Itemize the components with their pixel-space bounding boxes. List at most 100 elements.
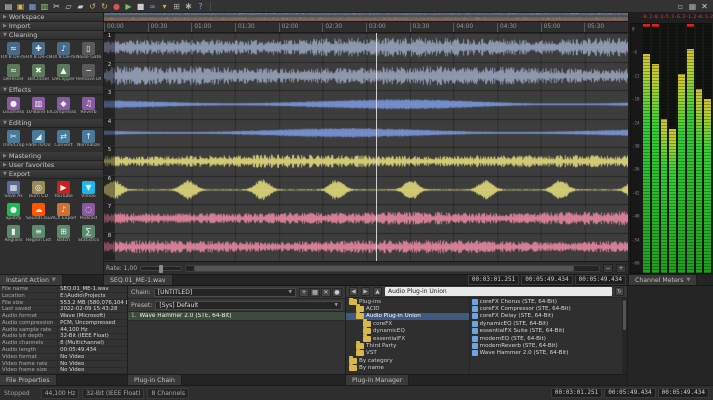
- manager-scrollbar-thumb[interactable]: [623, 300, 626, 330]
- paste-icon[interactable]: ▰: [75, 1, 86, 12]
- level-meter-ch6[interactable]: [687, 24, 694, 273]
- snap-icon[interactable]: ⊞: [171, 1, 182, 12]
- sidebar-item-statistics[interactable]: ∑Statistics: [76, 224, 101, 246]
- section-header-import[interactable]: ▶Import: [0, 22, 103, 31]
- manager-path-input[interactable]: Audio Plug-in Union: [385, 287, 612, 296]
- tab-file-properties[interactable]: File Properties: [0, 375, 57, 385]
- marker-icon[interactable]: ▾: [159, 1, 170, 12]
- play-icon[interactable]: ▶: [123, 1, 134, 12]
- waveform-canvas[interactable]: [104, 33, 628, 261]
- plugin-list-item[interactable]: coreFX Delay (STE, 64-Bit): [470, 313, 627, 320]
- zoom-out-button[interactable]: −: [603, 264, 613, 273]
- section-header-editing[interactable]: ▼Editing: [0, 119, 103, 128]
- sidebar-item-10-band-eq[interactable]: ▥10-Band EQ: [26, 96, 51, 118]
- dock-layout-icon[interactable]: ▫: [675, 1, 686, 12]
- level-meter-ch7[interactable]: [696, 24, 703, 273]
- new-file-icon[interactable]: ▤: [3, 1, 14, 12]
- sidebar-item-reverb[interactable]: ♫Reverb: [76, 96, 101, 118]
- tree-item-by-category[interactable]: By category: [346, 357, 469, 364]
- open-file-icon[interactable]: ▣: [15, 1, 26, 12]
- manager-vertical-scrollbar[interactable]: [622, 298, 627, 374]
- sidebar-item-batch[interactable]: ⊞Batch: [51, 224, 76, 246]
- sidebar-item-declicker[interactable]: ✖DeClicker: [26, 63, 51, 85]
- rate-slider[interactable]: [140, 266, 182, 271]
- channel-badge-4[interactable]: 4: [104, 119, 115, 148]
- channel-badge-2[interactable]: 2: [104, 62, 115, 91]
- refresh-icon[interactable]: ↻: [615, 287, 624, 296]
- preset-select[interactable]: [Sys] Default ▼: [155, 301, 342, 310]
- tree-item-plug-ins[interactable]: Plug-ins: [346, 298, 469, 305]
- tree-item-by-name[interactable]: By name: [346, 365, 469, 372]
- plugin-list-item[interactable]: dynamicEQ (STE, 64-Bit): [470, 320, 627, 327]
- sidebar-item-normalize[interactable]: ↑Normalize: [76, 129, 101, 151]
- level-meter-ch5[interactable]: [678, 24, 685, 273]
- channel-badge-1[interactable]: 1: [104, 33, 115, 62]
- plugin-list-item[interactable]: essentialFX Suite (STE, 64-Bit): [470, 328, 627, 335]
- horizontal-scrollbar-thumb[interactable]: [194, 266, 574, 271]
- sidebar-item-regions[interactable]: ▮Regions: [1, 224, 26, 246]
- rate-slider-thumb[interactable]: [159, 265, 163, 273]
- level-meter-ch4[interactable]: [669, 24, 676, 273]
- sidebar-item-trim-crop[interactable]: ✂Trim/Crop: [1, 129, 26, 151]
- sidebar-item-spotify[interactable]: ●Spotify: [1, 202, 26, 224]
- cut-icon[interactable]: ✂: [51, 1, 62, 12]
- stop-icon[interactable]: ■: [135, 1, 146, 12]
- loop-icon[interactable]: ∞: [147, 1, 158, 12]
- delete-chain-icon[interactable]: ✕: [321, 288, 331, 297]
- selection-end-readout[interactable]: 00:05:49.434: [521, 275, 572, 285]
- zoom-in-button[interactable]: +: [616, 264, 626, 273]
- meter-peak-labels[interactable]: -0.2-0.4-5.1-6.3-1.2-0.1-2.4-3.0: [629, 13, 713, 23]
- status-time-field-2[interactable]: 00:05:49.434: [604, 388, 655, 398]
- peak-readout-ch1[interactable]: -0.2: [641, 13, 652, 23]
- peak-readout-ch3[interactable]: -5.1: [663, 13, 674, 23]
- section-header-workspace[interactable]: ▶Workspace: [0, 13, 103, 22]
- sidebar-item-burn-cd[interactable]: ◎Burn CD: [26, 180, 51, 202]
- plugin-list-item[interactable]: modernReverb (STE, 64-Bit): [470, 342, 627, 349]
- up-folder-icon[interactable]: ▲: [373, 287, 382, 296]
- section-header-user-favorites[interactable]: ▶User favorites: [0, 161, 103, 170]
- peak-readout-ch5[interactable]: -1.2: [685, 13, 696, 23]
- save-icon[interactable]: ▦: [27, 1, 38, 12]
- options-icon[interactable]: ✱: [183, 1, 194, 12]
- overview-bar[interactable]: [104, 13, 628, 22]
- tree-item-acid[interactable]: ACID: [346, 305, 469, 312]
- sidebar-item-vimeo[interactable]: ▼Vimeo: [76, 180, 101, 202]
- tab-open-file[interactable]: SEQ.01_ME-1.wav: [104, 275, 173, 285]
- cursor-position-readout[interactable]: 00:03:01.251: [468, 275, 519, 285]
- chain-select[interactable]: [UNTITLED] ▼: [154, 288, 296, 297]
- tab-plugin-manager[interactable]: Plug-in Manager: [346, 375, 409, 385]
- sidebar-item-dehisser[interactable]: ≈DeHisser: [1, 63, 26, 85]
- section-header-export[interactable]: ▼Export: [0, 170, 103, 179]
- level-meter-ch8[interactable]: [704, 24, 711, 273]
- level-meter-ch2[interactable]: [652, 24, 659, 273]
- save-chain-icon[interactable]: ▦: [310, 288, 320, 297]
- sidebar-item-fade-in-out[interactable]: ◢Fade In/Out: [26, 129, 51, 151]
- sidebar-item-declipper[interactable]: ▲DeClipper: [51, 63, 76, 85]
- sidebar-item-loudness[interactable]: ●Loudness: [1, 96, 26, 118]
- sidebar-item-youtube[interactable]: ▶YouTube: [51, 180, 76, 202]
- undo-icon[interactable]: ↺: [87, 1, 98, 12]
- chain-slot[interactable]: 1.Wave Hammer 2.0 (STE, 64-Bit): [128, 312, 345, 321]
- time-ruler[interactable]: 00:0000:3001:0001:3002:0002:3003:0003:30…: [104, 22, 628, 33]
- sidebar-item-remove-dc[interactable]: −Remove DC: [76, 63, 101, 85]
- forward-icon[interactable]: ▶: [361, 287, 370, 296]
- tree-item-essentialfx[interactable]: essentialFX: [346, 335, 469, 342]
- peak-readout-ch6[interactable]: -0.1: [696, 13, 707, 23]
- meter-bars[interactable]: 0-6-12-18-24-30-36-42-48-54-60: [630, 23, 712, 274]
- level-meter-ch1[interactable]: [643, 24, 650, 273]
- sidebar-item-soundcloud[interactable]: ☁SoundCloud: [26, 202, 51, 224]
- status-time-field-1[interactable]: 00:03:01.251: [551, 388, 602, 398]
- overview-waveform[interactable]: [104, 13, 628, 21]
- sidebar-item-rx-8-de-click[interactable]: ✚RX 8 De-click: [26, 41, 51, 63]
- plugin-list-item[interactable]: modernEQ (STE, 64-Bit): [470, 335, 627, 342]
- record-icon[interactable]: ●: [111, 1, 122, 12]
- sidebar-item-rx-8-de-hum[interactable]: ♪RX 8 De-hum: [51, 41, 76, 63]
- sidebar-item-convert[interactable]: ⇄Convert: [51, 129, 76, 151]
- channel-badge-6[interactable]: 6: [104, 176, 115, 205]
- peak-readout-ch7[interactable]: -2.4: [707, 13, 713, 23]
- horizontal-scrollbar[interactable]: [185, 265, 600, 272]
- section-header-effects[interactable]: ▼Effects: [0, 86, 103, 95]
- section-header-cleaning[interactable]: ▼Cleaning: [0, 31, 103, 40]
- peak-readout-ch4[interactable]: -6.3: [674, 13, 685, 23]
- sidebar-item-save-as[interactable]: ▦Save As: [1, 180, 26, 202]
